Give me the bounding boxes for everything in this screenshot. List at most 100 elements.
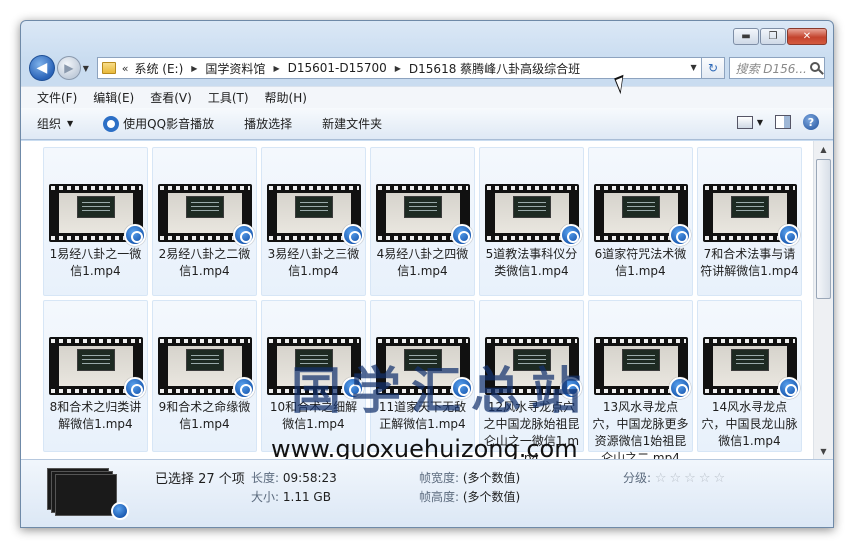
new-folder-label: 新建文件夹 — [322, 117, 383, 131]
qq-player-badge-icon — [778, 377, 800, 399]
file-name: 11道家天下无敌正解微信1.mp4 — [378, 400, 467, 431]
navigation-bar: ◀ ▶ ▼ « 系统 (E:) ▶ 国学资料馆 ▶ D15601-D15700 … — [29, 54, 825, 82]
frame-width-value: (多个数值) — [462, 471, 521, 485]
new-folder-button[interactable]: 新建文件夹 — [322, 115, 382, 132]
preview-pane-icon[interactable] — [775, 115, 791, 129]
blackboard-image — [622, 349, 660, 371]
file-name: 7和合术法事与请符讲解微信1.mp4 — [700, 247, 799, 278]
scroll-up-icon[interactable]: ▲ — [814, 141, 833, 157]
chevron-right-icon[interactable]: ▶ — [191, 64, 197, 73]
blackboard-image — [731, 349, 769, 371]
blackboard-image — [295, 196, 333, 218]
file-item[interactable]: 6道家符咒法术微信1.mp4 — [588, 147, 693, 296]
qq-player-badge-icon — [669, 377, 691, 399]
file-item[interactable]: 4易经八卦之四微信1.mp4 — [370, 147, 475, 296]
video-frame — [168, 346, 242, 386]
length-value: 09:58:23 — [282, 471, 337, 485]
breadcrumb-drive[interactable]: 系统 (E:) — [134, 60, 183, 77]
search-placeholder: 搜索 D156... — [735, 61, 807, 76]
menu-tools[interactable]: 工具(T) — [208, 89, 249, 106]
file-item[interactable]: 13风水寻龙点穴，中国龙脉更多资源微信1始祖昆仑山之二.mp4 — [588, 300, 693, 459]
scroll-down-icon[interactable]: ▼ — [814, 443, 833, 459]
file-item[interactable]: 10和合术之细解微信1.mp4 — [261, 300, 366, 452]
explorer-window: ▬ ❐ ✕ ◀ ▶ ▼ « 系统 (E:) ▶ 国学资料馆 ▶ D15601-D… — [20, 20, 834, 528]
change-view-icon[interactable] — [736, 115, 753, 129]
blackboard-image — [513, 349, 551, 371]
file-item[interactable]: 14风水寻龙点穴，中国艮龙山脉微信1.mp4 — [697, 300, 802, 452]
search-icon[interactable] — [810, 62, 820, 72]
file-item[interactable]: 9和合术之命缘微信1.mp4 — [152, 300, 257, 452]
vertical-scrollbar[interactable]: ▲ ▼ — [813, 141, 833, 459]
menu-file[interactable]: 文件(F) — [37, 89, 77, 106]
frame-width-label: 帧宽度: — [419, 471, 460, 485]
file-name: 1易经八卦之一微信1.mp4 — [49, 247, 142, 278]
video-frame — [386, 346, 460, 386]
blackboard-image — [404, 349, 442, 371]
blackboard-image — [513, 196, 551, 218]
blackboard-image — [77, 349, 115, 371]
video-stack-icon — [47, 468, 129, 520]
blackboard-image — [622, 196, 660, 218]
help-icon[interactable]: ? — [803, 114, 819, 130]
qq-player-badge-icon — [451, 377, 473, 399]
close-button[interactable]: ✕ — [787, 28, 827, 45]
qq-player-badge-icon — [560, 224, 582, 246]
file-name: 9和合术之命缘微信1.mp4 — [158, 400, 251, 431]
qq-player-badge-icon — [451, 224, 473, 246]
organize-button[interactable]: 组织 ▼ — [37, 115, 73, 132]
file-item[interactable]: 7和合术法事与请符讲解微信1.mp4 — [697, 147, 802, 296]
breadcrumb-library[interactable]: 国学资料馆 — [205, 60, 265, 77]
file-item[interactable]: 3易经八卦之三微信1.mp4 — [261, 147, 366, 296]
chevron-right-icon[interactable]: ▶ — [273, 64, 279, 73]
minimize-button[interactable]: ▬ — [733, 28, 759, 45]
folder-icon — [101, 62, 116, 74]
play-with-qq-button[interactable]: 使用QQ影音播放 — [103, 115, 214, 132]
play-with-qq-label: 使用QQ影音播放 — [123, 117, 215, 131]
blackboard-image — [731, 196, 769, 218]
menu-view[interactable]: 查看(V) — [150, 89, 192, 106]
menu-edit[interactable]: 编辑(E) — [93, 89, 134, 106]
back-button[interactable]: ◀ — [29, 55, 55, 81]
blackboard-image — [77, 196, 115, 218]
frame-height-label: 帧高度: — [419, 490, 460, 504]
size-label: 大小: — [251, 490, 280, 504]
recent-pages-dropdown-icon[interactable]: ▼ — [83, 64, 93, 73]
maximize-button[interactable]: ❐ — [760, 28, 786, 45]
file-name: 14风水寻龙点穴，中国艮龙山脉微信1.mp4 — [701, 400, 798, 448]
blackboard-image — [295, 349, 333, 371]
file-name: 8和合术之归类讲解微信1.mp4 — [49, 400, 142, 431]
address-history-dropdown-icon[interactable]: ▼ — [690, 63, 696, 72]
video-frame — [59, 346, 133, 386]
video-frame — [277, 346, 351, 386]
search-input[interactable]: 搜索 D156... — [729, 57, 825, 79]
file-item[interactable]: 2易经八卦之二微信1.mp4 — [152, 147, 257, 296]
qq-player-badge-icon — [124, 224, 146, 246]
file-name: 3易经八卦之三微信1.mp4 — [267, 247, 360, 278]
breadcrumb-current-folder[interactable]: D15618 蔡腾峰八卦高级综合班 — [409, 60, 580, 77]
refresh-button[interactable]: ↻ — [701, 57, 726, 79]
play-selection-button[interactable]: 播放选择 — [244, 115, 292, 132]
breadcrumb-range[interactable]: D15601-D15700 — [288, 61, 387, 75]
file-item[interactable]: 1易经八卦之一微信1.mp4 — [43, 147, 148, 296]
qq-player-badge-icon — [342, 224, 364, 246]
video-frame — [386, 193, 460, 233]
view-options-dropdown-icon[interactable]: ▼ — [757, 118, 763, 127]
forward-button[interactable]: ▶ — [56, 56, 81, 80]
qq-player-badge-icon — [342, 377, 364, 399]
breadcrumb-overflow[interactable]: « — [122, 62, 129, 75]
file-item[interactable]: 8和合术之归类讲解微信1.mp4 — [43, 300, 148, 452]
file-name: 6道家符咒法术微信1.mp4 — [594, 247, 687, 278]
video-frame — [713, 193, 787, 233]
qq-player-badge-icon — [560, 377, 582, 399]
rating-stars[interactable]: ☆☆☆☆☆ — [655, 471, 728, 486]
chevron-right-icon[interactable]: ▶ — [395, 64, 401, 73]
file-item[interactable]: 5道教法事科仪分类微信1.mp4 — [479, 147, 584, 296]
file-item[interactable]: 12风水寻龙点穴之中国龙脉始祖昆仑山之一微信1.mp4 — [479, 300, 584, 459]
scroll-thumb[interactable] — [816, 159, 831, 299]
address-bar[interactable]: « 系统 (E:) ▶ 国学资料馆 ▶ D15601-D15700 ▶ D156… — [96, 57, 702, 79]
file-grid: 1易经八卦之一微信1.mp4 2易经八卦之二微信1.mp4 3易经八卦之三微信1.m… — [43, 147, 802, 459]
menu-help[interactable]: 帮助(H) — [265, 89, 307, 106]
qq-player-badge-icon — [124, 377, 146, 399]
file-name: 4易经八卦之四微信1.mp4 — [376, 247, 469, 278]
file-item[interactable]: 11道家天下无敌正解微信1.mp4 — [370, 300, 475, 452]
